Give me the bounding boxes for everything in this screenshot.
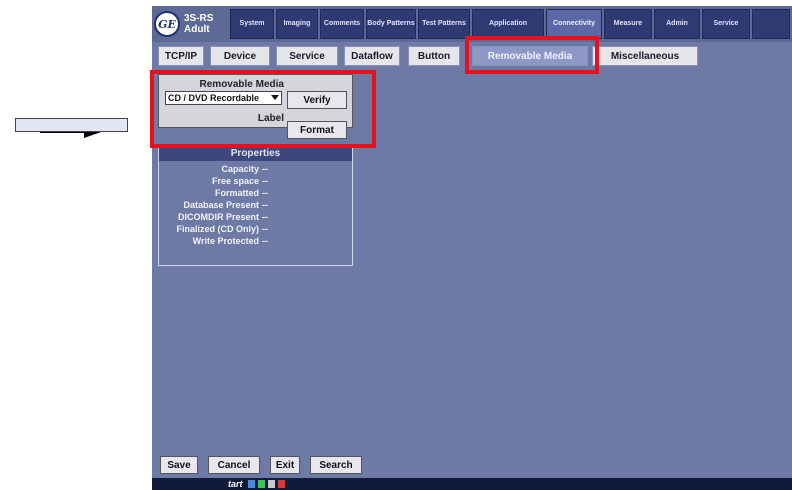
probe-info: 3S-RS Adult — [184, 13, 213, 35]
property-value: -- — [262, 188, 268, 198]
subtab-service[interactable]: Service — [276, 46, 338, 66]
tab-blank — [752, 9, 790, 39]
property-name: Formatted — [214, 188, 259, 198]
tab-measure[interactable]: Measure — [604, 9, 652, 39]
probe-name: 3S-RS — [184, 13, 214, 24]
search-button[interactable]: Search — [310, 456, 362, 474]
tab-body-patterns[interactable]: Body Patterns — [366, 9, 416, 39]
taskbar: tart — [152, 478, 792, 490]
cancel-button[interactable]: Cancel — [208, 456, 260, 474]
property-value: -- — [262, 224, 268, 234]
highlight-media-controls — [150, 70, 376, 148]
property-row: Finalized (CD Only) -- — [159, 223, 352, 235]
tab-imaging[interactable]: Imaging — [276, 9, 318, 39]
subtab-miscellaneous[interactable]: Miscellaneous — [592, 46, 698, 66]
property-value: -- — [262, 200, 268, 210]
subtab-dataflow[interactable]: Dataflow — [344, 46, 400, 66]
subtab-device[interactable]: Device — [210, 46, 270, 66]
property-name: Free space — [211, 176, 259, 186]
highlight-removable-media-tab — [465, 36, 599, 74]
tab-comments[interactable]: Comments — [320, 9, 364, 39]
property-name: Finalized (CD Only) — [176, 224, 259, 234]
property-row: Formatted -- — [159, 187, 352, 199]
subtab-button[interactable]: Button — [408, 46, 460, 66]
property-name: Capacity — [221, 164, 259, 174]
property-row: Free space -- — [159, 175, 352, 187]
lock-icon — [268, 480, 275, 488]
tab-application[interactable]: Application — [472, 9, 544, 39]
subtab-tcpip[interactable]: TCP/IP — [158, 46, 204, 66]
probe-preset: Adult — [184, 24, 210, 35]
tab-system[interactable]: System — [230, 9, 274, 39]
property-name: Database Present — [183, 200, 259, 210]
label-input[interactable] — [15, 118, 128, 132]
properties-panel: Properties Capacity -- Free space -- Forma… — [158, 146, 353, 266]
properties-header: Properties — [159, 147, 352, 161]
property-row: Write Protected -- — [159, 235, 352, 247]
tab-connectivity[interactable]: Connectivity — [546, 9, 602, 39]
tab-admin[interactable]: Admin — [654, 9, 700, 39]
network-icon — [248, 480, 255, 488]
property-row: Database Present -- — [159, 199, 352, 211]
property-row: Capacity -- — [159, 163, 352, 175]
property-name: Write Protected — [192, 236, 259, 246]
check-icon — [258, 480, 265, 488]
ge-logo-icon: GE — [154, 11, 180, 37]
save-button[interactable]: Save — [160, 456, 198, 474]
property-value: -- — [262, 236, 268, 246]
device-icon — [278, 480, 285, 488]
tab-test-patterns[interactable]: Test Patterns — [418, 9, 470, 39]
tab-service[interactable]: Service — [702, 9, 750, 39]
exit-button[interactable]: Exit — [270, 456, 300, 474]
start-button[interactable]: tart — [228, 478, 243, 490]
logo-area: GE 3S-RS Adult — [154, 8, 226, 40]
property-row: DICOMDIR Present -- — [159, 211, 352, 223]
property-name: DICOMDIR Present — [177, 212, 259, 222]
property-value: -- — [262, 176, 268, 186]
property-value: -- — [262, 212, 268, 222]
property-value: -- — [262, 164, 268, 174]
